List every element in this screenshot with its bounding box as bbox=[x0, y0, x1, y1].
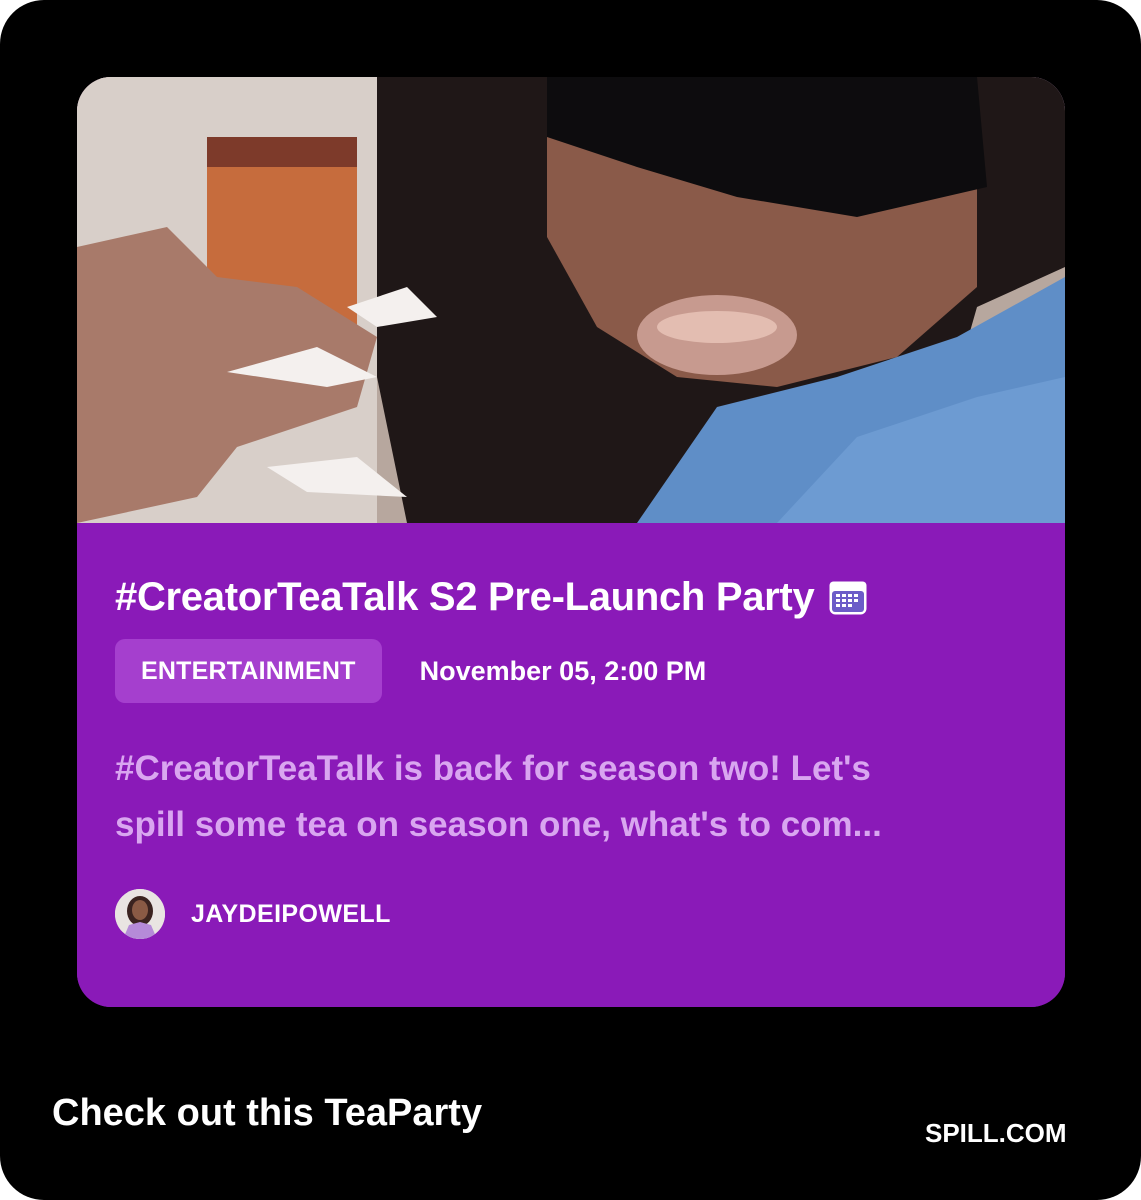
share-frame: #CreatorTeaTalk S2 Pre-Launch Party ENTE… bbox=[0, 0, 1141, 1200]
avatar[interactable] bbox=[115, 889, 165, 939]
brand-link[interactable]: SPILL.COM bbox=[925, 1118, 1067, 1149]
event-cover-image bbox=[77, 77, 1065, 523]
description-line-2: spill some tea on season one, what's to … bbox=[115, 805, 882, 844]
calendar-icon bbox=[828, 580, 868, 616]
event-description: #CreatorTeaTalk is back for season two! … bbox=[115, 741, 1030, 853]
event-title: #CreatorTeaTalk S2 Pre-Launch Party bbox=[115, 575, 815, 619]
event-datetime: November 05, 2:00 PM bbox=[419, 655, 707, 686]
meta-row: ENTERTAINMENT November 05, 2:00 PM bbox=[115, 639, 706, 703]
event-details: #CreatorTeaTalk S2 Pre-Launch Party ENTE… bbox=[77, 523, 1065, 1007]
title-row: #CreatorTeaTalk S2 Pre-Launch Party bbox=[115, 575, 868, 620]
category-badge[interactable]: ENTERTAINMENT bbox=[115, 639, 382, 703]
event-card[interactable]: #CreatorTeaTalk S2 Pre-Launch Party ENTE… bbox=[77, 77, 1065, 1007]
author-name[interactable]: JAYDEIPOWELL bbox=[191, 900, 391, 929]
author-row[interactable]: JAYDEIPOWELL bbox=[115, 889, 391, 939]
description-line-1: #CreatorTeaTalk is back for season two! … bbox=[115, 749, 871, 788]
share-caption: Check out this TeaParty bbox=[52, 1092, 483, 1134]
